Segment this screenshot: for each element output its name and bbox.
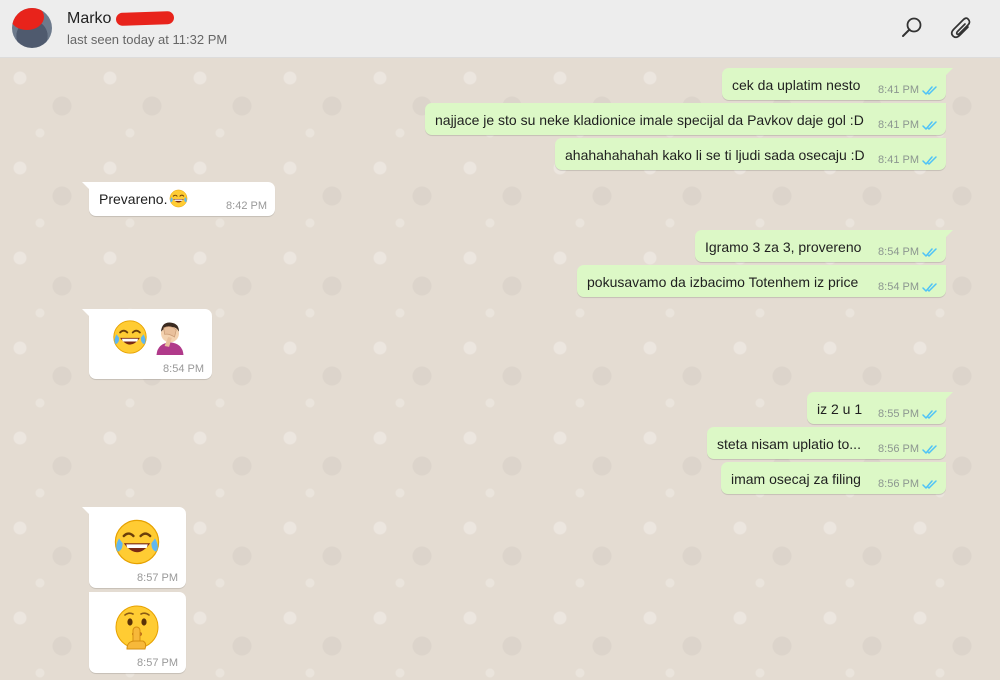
message-list[interactable]: cek da uplatim nesto 8:41 PM najjace je …: [0, 58, 1000, 680]
message-meta: 8:54 PM: [878, 246, 938, 258]
outgoing-message[interactable]: Igramo 3 za 3, provereno 8:54 PM: [695, 230, 953, 262]
message-meta: 8:56 PM: [878, 443, 938, 455]
double-check-read-icon: [922, 247, 938, 258]
message-text: cek da uplatim nesto: [732, 77, 861, 93]
message-time: 8:41 PM: [878, 119, 919, 131]
outgoing-message[interactable]: cek da uplatim nesto 8:41 PM: [722, 68, 953, 100]
contact-name[interactable]: Marko: [67, 10, 111, 28]
message-meta: 8:56 PM: [878, 478, 938, 490]
message-time: 8:42 PM: [226, 200, 267, 212]
message-meta: 8:57 PM: [137, 572, 178, 584]
double-check-read-icon: [922, 282, 938, 293]
double-check-read-icon: [922, 479, 938, 490]
message-meta: 8:55 PM: [878, 408, 938, 420]
message-time: 8:54 PM: [163, 363, 204, 375]
outgoing-message[interactable]: pokusavamo da izbacimo Totenhem iz price…: [577, 265, 946, 297]
shushing-face-icon: [113, 603, 161, 651]
double-check-read-icon: [922, 444, 938, 455]
message-text: najjace je sto su neke kladionice imale …: [435, 112, 864, 128]
message-time: 8:57 PM: [137, 572, 178, 584]
message-time: 8:55 PM: [878, 408, 919, 420]
face-with-tears-of-joy-icon: [113, 518, 161, 566]
message-text: ahahahahahah kako li se ti ljudi sada os…: [565, 147, 865, 163]
message-meta: 8:54 PM: [163, 363, 204, 375]
incoming-emoji-message[interactable]: 8:54 PM: [82, 309, 212, 379]
incoming-emoji-message[interactable]: 8:57 PM: [82, 507, 186, 588]
last-seen-status: last seen today at 11:32 PM: [67, 32, 228, 47]
message-meta: 8:41 PM: [878, 84, 938, 96]
message-time: 8:41 PM: [878, 84, 919, 96]
message-meta: 8:41 PM: [878, 119, 938, 131]
outgoing-message[interactable]: najjace je sto su neke kladionice imale …: [425, 103, 946, 135]
chat-header: Marko last seen today at 11:32 PM: [0, 0, 1000, 58]
outgoing-message[interactable]: ahahahahahah kako li se ti ljudi sada os…: [555, 138, 946, 170]
message-meta: 8:42 PM: [226, 200, 267, 212]
message-meta: 8:57 PM: [137, 657, 178, 669]
face-with-tears-of-joy-icon: [112, 319, 148, 355]
redaction-mark: [12, 8, 44, 30]
message-time: 8:41 PM: [878, 154, 919, 166]
person-facepalming-icon: [152, 319, 188, 355]
message-time: 8:54 PM: [878, 281, 919, 293]
message-meta: 8:54 PM: [878, 281, 938, 293]
message-text: imam osecaj za filing: [731, 471, 861, 487]
incoming-emoji-message[interactable]: 8:57 PM: [89, 592, 186, 673]
redaction-mark: [115, 10, 175, 27]
message-time: 8:56 PM: [878, 443, 919, 455]
double-check-read-icon: [922, 409, 938, 420]
message-time: 8:56 PM: [878, 478, 919, 490]
search-icon[interactable]: [899, 15, 925, 41]
double-check-read-icon: [922, 120, 938, 131]
outgoing-message[interactable]: imam osecaj za filing 8:56 PM: [721, 462, 946, 494]
message-text: iz 2 u 1: [817, 401, 863, 417]
outgoing-message[interactable]: steta nisam uplatio to... 8:56 PM: [707, 427, 946, 459]
message-text: Prevareno.: [99, 191, 168, 207]
message-time: 8:54 PM: [878, 246, 919, 258]
message-text: steta nisam uplatio to...: [717, 436, 861, 452]
incoming-message[interactable]: Prevareno. 8:42 PM: [82, 182, 275, 216]
face-with-tears-of-joy-icon: [169, 189, 188, 208]
contact-avatar[interactable]: [12, 8, 52, 48]
outgoing-message[interactable]: iz 2 u 1 8:55 PM: [807, 392, 953, 424]
double-check-read-icon: [922, 155, 938, 166]
double-check-read-icon: [922, 85, 938, 96]
paperclip-icon[interactable]: [948, 15, 974, 41]
message-meta: 8:41 PM: [878, 154, 938, 166]
message-text: Igramo 3 za 3, provereno: [705, 239, 862, 255]
message-text: pokusavamo da izbacimo Totenhem iz price: [587, 274, 859, 290]
message-time: 8:57 PM: [137, 657, 178, 669]
